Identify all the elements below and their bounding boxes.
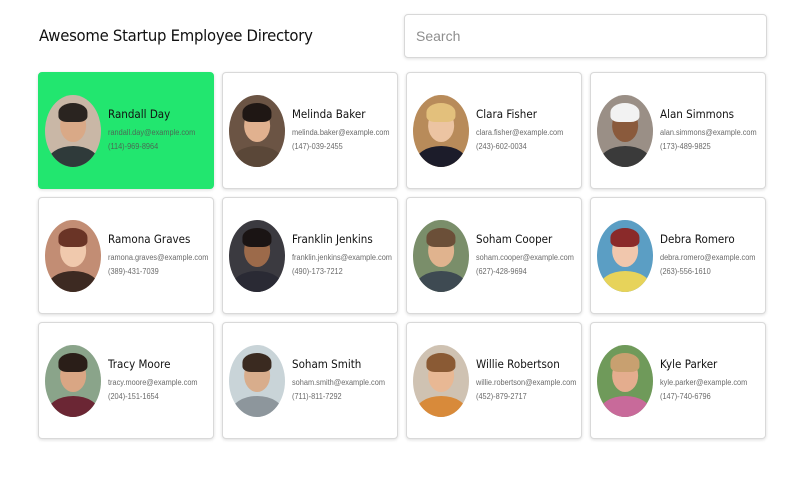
employee-avatar (413, 219, 469, 292)
employee-name: Tracy Moore (108, 357, 171, 371)
employee-avatar (229, 219, 285, 292)
employee-card[interactable]: Soham Cooper soham.cooper@example.com (627… (406, 197, 582, 314)
employee-name: Randall Day (108, 107, 171, 121)
employee-card[interactable]: Clara Fisher clara.fisher@example.com (243… (406, 72, 582, 189)
employee-info: Kyle Parker kyle.parker@example.com (147)-… (660, 357, 755, 404)
employee-avatar (413, 94, 469, 167)
page-title: Awesome Startup Employee Directory (39, 26, 313, 45)
employee-phone: (243)-602-0034 (476, 142, 527, 151)
employee-avatar (45, 94, 101, 167)
employee-avatar (45, 344, 101, 417)
employee-avatar (229, 344, 285, 417)
employee-phone: (173)-489-9825 (660, 142, 711, 151)
employee-card[interactable]: Debra Romero debra.romero@example.com (263… (590, 197, 766, 314)
employee-info: Debra Romero debra.romero@example.com (263… (660, 232, 764, 279)
employee-card[interactable]: Franklin Jenkins franklin.jenkins@example… (222, 197, 398, 314)
employee-avatar (597, 344, 653, 417)
employee-info: Ramona Graves ramona.graves@example.com (3… (108, 232, 213, 279)
employee-avatar (597, 94, 653, 167)
employee-info: Randall Day randall.day@example.com (114)-… (108, 107, 203, 154)
employee-email: kyle.parker@example.com (660, 378, 748, 387)
employee-card[interactable]: Kyle Parker kyle.parker@example.com (147)-… (590, 322, 766, 439)
employee-phone: (147)-740-6796 (660, 392, 711, 401)
employee-email: clara.fisher@example.com (476, 128, 564, 137)
employee-info: Soham Smith soham.smith@example.com (711)-… (292, 357, 393, 404)
employee-info: Alan Simmons alan.simmons@example.com (173… (660, 107, 765, 154)
employee-card[interactable]: Tracy Moore tracy.moore@example.com (204)-… (38, 322, 214, 439)
employee-email: tracy.moore@example.com (108, 378, 198, 387)
employee-phone: (389)-431-7039 (108, 267, 159, 276)
employee-email: melinda.baker@example.com (292, 128, 390, 137)
employee-avatar (597, 219, 653, 292)
employee-name: Soham Cooper (476, 232, 553, 246)
employee-email: ramona.graves@example.com (108, 253, 209, 262)
employee-name: Alan Simmons (660, 107, 735, 121)
employee-info: Clara Fisher clara.fisher@example.com (243… (476, 107, 571, 154)
employee-grid: Randall Day randall.day@example.com (114)-… (38, 72, 766, 439)
employee-info: Franklin Jenkins franklin.jenkins@example… (292, 232, 397, 279)
employee-email: soham.smith@example.com (292, 378, 385, 387)
employee-name: Melinda Baker (292, 107, 366, 121)
employee-email: willie.robertson@example.com (476, 378, 577, 387)
employee-info: Melinda Baker melinda.baker@example.com (1… (292, 107, 397, 154)
employee-phone: (452)-879-2717 (476, 392, 527, 401)
employee-card[interactable]: Willie Robertson willie.robertson@example… (406, 322, 582, 439)
employee-name: Soham Smith (292, 357, 362, 371)
employee-name: Franklin Jenkins (292, 232, 373, 246)
employee-avatar (413, 344, 469, 417)
employee-info: Tracy Moore tracy.moore@example.com (204)-… (108, 357, 205, 404)
employee-email: debra.romero@example.com (660, 253, 756, 262)
employee-name: Clara Fisher (476, 107, 537, 121)
employee-avatar (229, 94, 285, 167)
search-input[interactable] (404, 14, 767, 58)
employee-phone: (147)-039-2455 (292, 142, 343, 151)
employee-name: Kyle Parker (660, 357, 718, 371)
employee-avatar (45, 219, 101, 292)
employee-name: Ramona Graves (108, 232, 191, 246)
employee-email: alan.simmons@example.com (660, 128, 757, 137)
employee-phone: (490)-173-7212 (292, 267, 343, 276)
employee-card[interactable]: Alan Simmons alan.simmons@example.com (173… (590, 72, 766, 189)
employee-card[interactable]: Randall Day randall.day@example.com (114)-… (38, 72, 214, 189)
employee-email: randall.day@example.com (108, 128, 196, 137)
employee-phone: (627)-428-9694 (476, 267, 527, 276)
employee-card[interactable]: Soham Smith soham.smith@example.com (711)-… (222, 322, 398, 439)
employee-card[interactable]: Melinda Baker melinda.baker@example.com (1… (222, 72, 398, 189)
employee-name: Debra Romero (660, 232, 735, 246)
employee-card[interactable]: Ramona Graves ramona.graves@example.com (3… (38, 197, 214, 314)
employee-phone: (711)-811-7292 (292, 392, 342, 401)
employee-phone: (114)-969-8964 (108, 142, 159, 151)
employee-email: franklin.jenkins@example.com (292, 253, 392, 262)
employee-phone: (263)-556-1610 (660, 267, 711, 276)
employee-email: soham.cooper@example.com (476, 253, 574, 262)
employee-info: Willie Robertson willie.robertson@example… (476, 357, 581, 404)
employee-phone: (204)-151-1654 (108, 392, 159, 401)
employee-info: Soham Cooper soham.cooper@example.com (627… (476, 232, 581, 279)
employee-name: Willie Robertson (476, 357, 560, 371)
